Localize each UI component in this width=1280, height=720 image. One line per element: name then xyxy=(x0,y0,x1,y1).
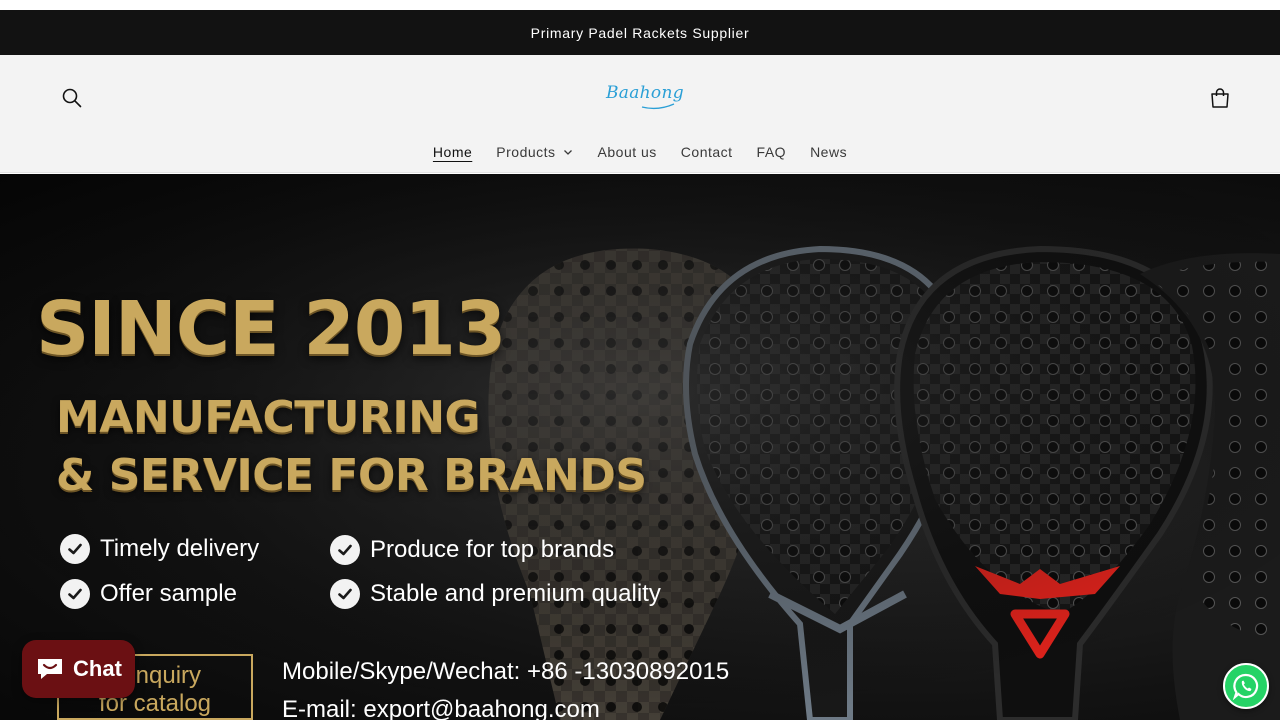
feature-item: Offer sample xyxy=(60,579,237,609)
nav-item-label: News xyxy=(810,144,848,160)
nav-item-label: Contact xyxy=(680,144,733,160)
nav-item-label: Products xyxy=(496,144,556,160)
whatsapp-icon xyxy=(1232,673,1259,700)
hero-headline: SINCE 2013 xyxy=(36,286,506,372)
feature-item: Produce for top brands xyxy=(330,535,614,565)
whatsapp-button[interactable] xyxy=(1223,663,1269,709)
nav-item-contact[interactable]: Contact xyxy=(681,144,733,160)
site-logo[interactable]: Baahong xyxy=(590,80,690,114)
check-icon xyxy=(60,534,90,564)
nav-item-label: FAQ xyxy=(756,144,787,160)
hero-subline-2: & SERVICE FOR BRANDS xyxy=(56,450,647,501)
feature-label: Produce for top brands xyxy=(370,536,615,563)
hero-subline-1: MANUFACTURING xyxy=(56,392,481,443)
cart-icon xyxy=(1211,88,1229,108)
search-icon xyxy=(62,88,82,108)
announcement-bar: Primary Padel Rackets Supplier xyxy=(0,10,1280,55)
nav-item-about-us[interactable]: About us xyxy=(598,144,657,160)
nav-item-label: About us xyxy=(597,144,657,160)
chat-button[interactable]: Chat xyxy=(22,640,135,698)
search-button[interactable] xyxy=(54,80,90,116)
feature-item: Stable and premium quality xyxy=(330,579,661,609)
nav-item-label: Home xyxy=(432,144,473,160)
nav-item-home[interactable]: Home xyxy=(433,144,472,160)
chat-bubble-icon xyxy=(38,659,63,679)
contact-phone: Mobile/Skype/Wechat: +86 -13030892015 xyxy=(282,658,730,685)
site-header: Baahong Home Products About us Contact F… xyxy=(0,55,1280,173)
check-icon xyxy=(330,535,360,565)
chevron-down-icon xyxy=(563,150,572,155)
feature-item: Timely delivery xyxy=(60,534,259,564)
chat-label: Chat xyxy=(73,656,122,681)
feature-label: Offer sample xyxy=(100,580,237,607)
nav-item-products[interactable]: Products xyxy=(496,144,573,160)
hero-banner[interactable]: SINCE 2013 MANUFACTURING & SERVICE FOR B… xyxy=(0,174,1280,720)
feature-label: Timely delivery xyxy=(100,535,260,562)
announcement-text: Primary Padel Rackets Supplier xyxy=(530,24,750,41)
feature-label: Stable and premium quality xyxy=(370,580,661,607)
logo-swoosh xyxy=(641,103,675,110)
contact-email: E-mail: export@baahong.com xyxy=(282,696,600,720)
check-icon xyxy=(60,579,90,609)
nav-item-faq[interactable]: FAQ xyxy=(757,144,787,160)
top-strip xyxy=(0,0,1280,10)
main-nav: Home Products About us Contact FAQ News xyxy=(0,139,1280,165)
padel-rackets-illustration xyxy=(0,174,1280,720)
nav-item-news[interactable]: News xyxy=(810,144,847,160)
check-icon xyxy=(330,579,360,609)
cart-button[interactable] xyxy=(1202,80,1238,116)
